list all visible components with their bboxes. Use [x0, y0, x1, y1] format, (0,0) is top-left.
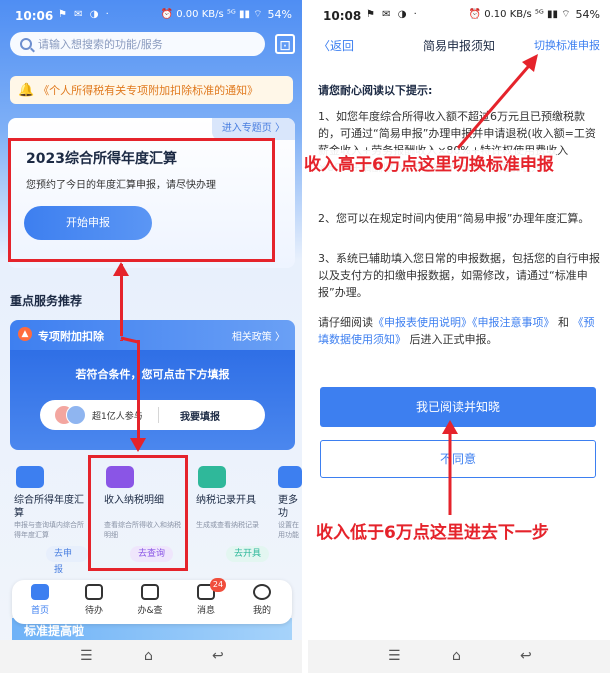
arrow-head-read-button [442, 420, 458, 434]
right-phone-screen: 10:08 ⚑ ✉ ◑ · ⏰ 0.10 KB/s ⁵ᴳ ▮▮ ⌔ 54% 〈返… [308, 0, 610, 673]
left-phone-screen: 10:06 ⚑ ✉ ◑ · ⏰ 0.00 KB/s ⁵ᴳ ▮▮ ⌔ 54% 请输… [0, 0, 302, 673]
arrow-joint [120, 336, 139, 344]
arrow-head-down [130, 438, 146, 452]
low-income-annotation: 收入低于6万点这里进去下一步 [316, 523, 549, 543]
arrow-heads [113, 262, 146, 452]
arrow-to-switch [456, 59, 536, 149]
screenshot-frame: 10:06 ⚑ ✉ ◑ · ⏰ 0.00 KB/s ⁵ᴳ ▮▮ ⌔ 54% 请输… [0, 0, 610, 673]
annotation-arrows [442, 54, 538, 515]
arrow-head-up [113, 262, 129, 276]
high-income-annotation: 收入高于6万点这里切换标准申报 [302, 150, 556, 175]
